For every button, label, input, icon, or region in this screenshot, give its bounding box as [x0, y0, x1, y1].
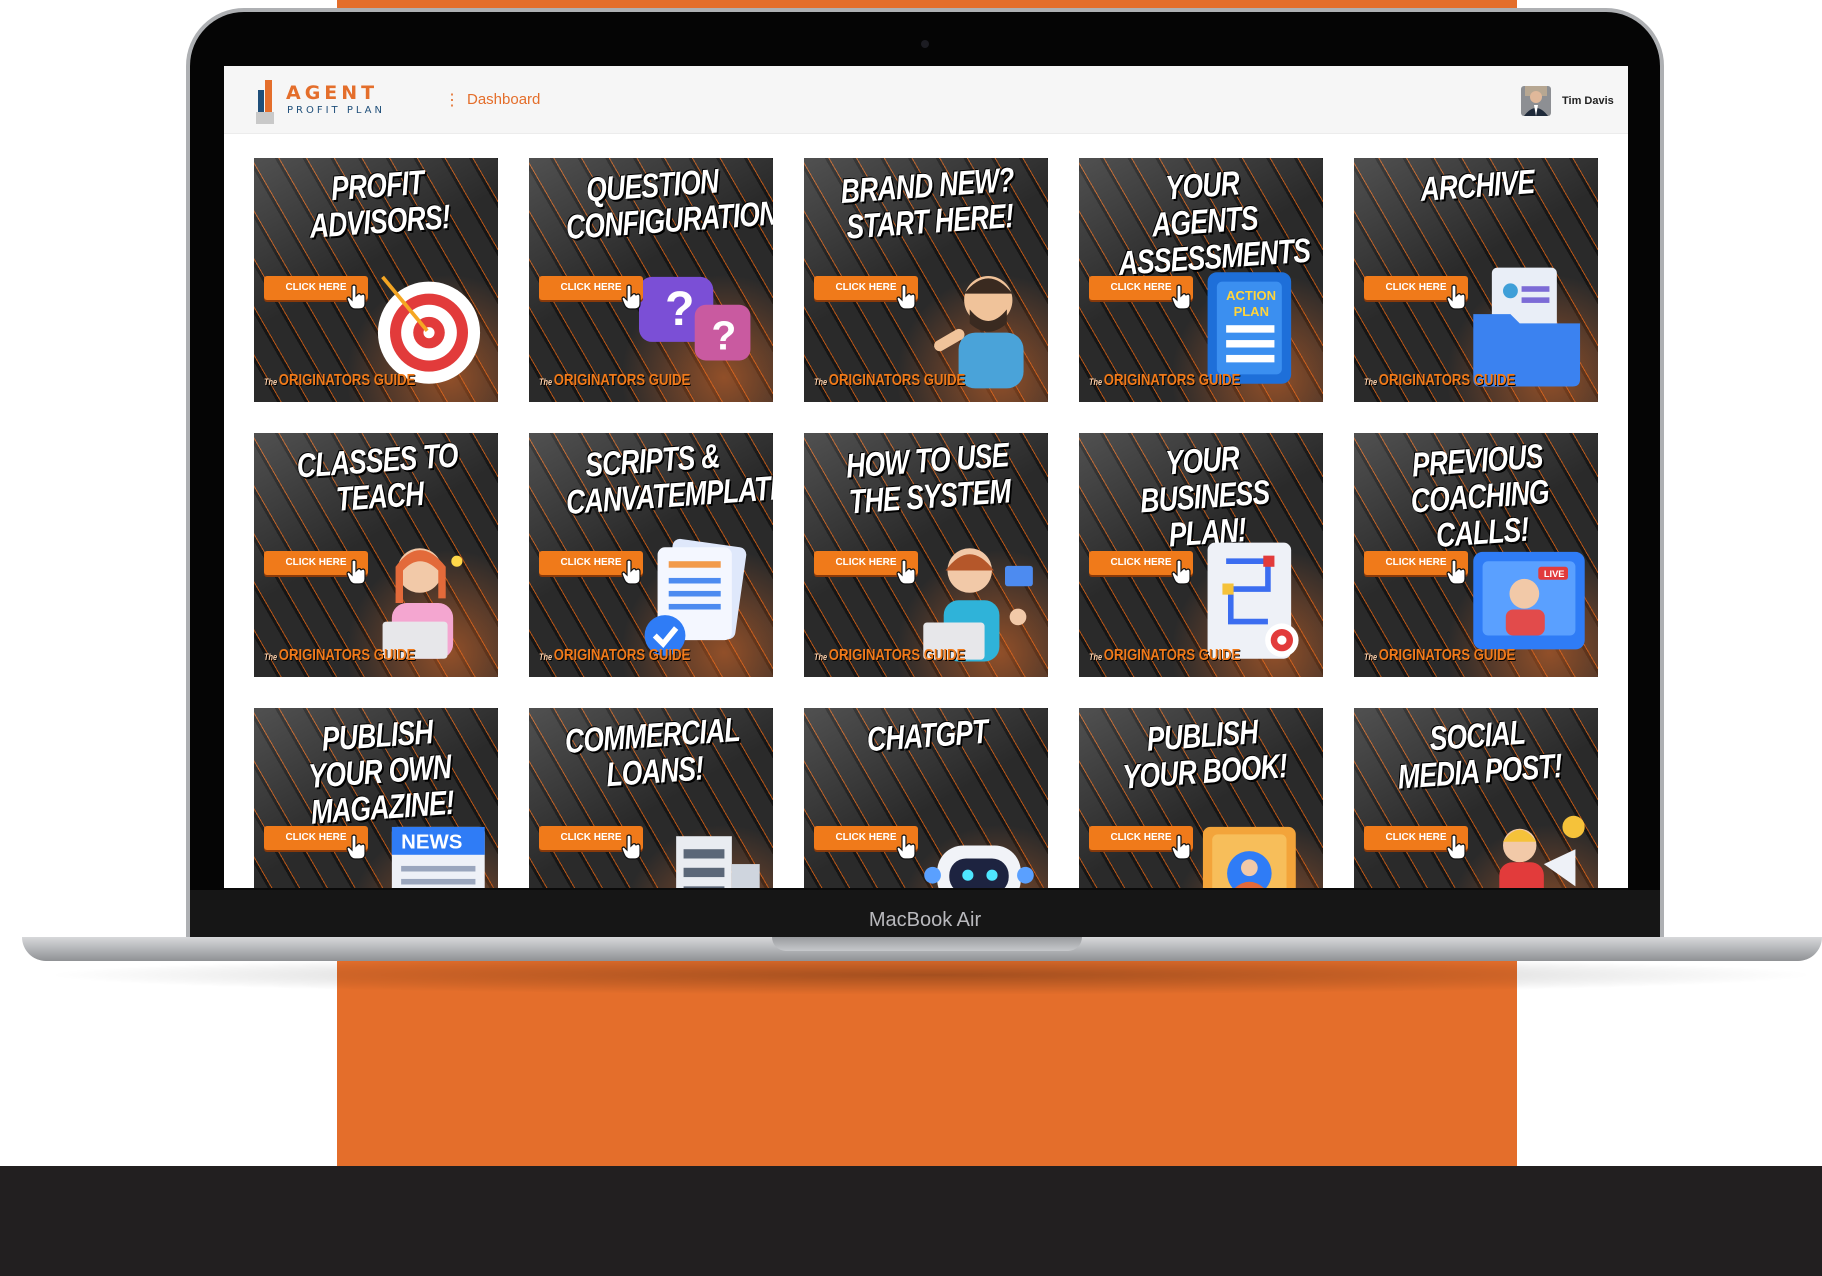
breadcrumb-dashboard[interactable]: Dashboard	[467, 91, 540, 108]
tile-title: ARCHIVE	[1419, 163, 1536, 209]
svg-text:?: ?	[665, 282, 694, 336]
logo-mark-icon	[256, 80, 274, 124]
dashboard-tile[interactable]: YOUR AGENTS ASSESSMENTS ACTION PLAN CLICK H…	[1079, 158, 1323, 402]
tile-footer-text: ORIGINATORS GUIDE	[553, 372, 691, 389]
vertical-dots-icon[interactable]: ⋮	[444, 90, 460, 110]
device-label: MacBook Air	[868, 909, 982, 931]
tile-title: BRAND NEW? START HERE!	[839, 160, 1016, 247]
tile-footer-label: The ORIGINATORS GUIDE	[264, 372, 415, 390]
logo-subtitle: PROFIT PLAN	[287, 105, 385, 116]
svg-text:LIVE: LIVE	[1544, 569, 1565, 579]
tile-footer-label: The ORIGINATORS GUIDE	[539, 647, 690, 665]
book-icon	[1202, 826, 1296, 890]
svg-text:NEWS: NEWS	[401, 831, 462, 853]
pointer-hand-icon	[896, 559, 916, 585]
svg-text:?: ?	[711, 312, 736, 358]
dashboard-tile[interactable]: ARCHIVE CLICK HERE The ORIGINATORS GUIDE	[1354, 158, 1598, 402]
tile-title: PROFIT ADVISORS!	[308, 163, 452, 246]
pointer-hand-icon	[1446, 559, 1466, 585]
tile-footer-prefix: The	[1089, 377, 1103, 387]
tile-title: CHATGPT	[865, 712, 989, 760]
tile-footer-text: ORIGINATORS GUIDE	[1378, 647, 1516, 664]
tile-footer-prefix: The	[814, 652, 828, 662]
pointer-hand-icon	[1171, 559, 1191, 585]
dashboard-tile[interactable]: PUBLISH YOUR OWN MAGAZINE! NEWS CLICK HERE…	[254, 708, 498, 890]
pointer-hand-icon	[1171, 284, 1191, 310]
tile-footer-label: The ORIGINATORS GUIDE	[539, 372, 690, 390]
dashboard-tile[interactable]: PROFIT ADVISORS! CLICK HERE The ORIGINATORS…	[254, 158, 498, 402]
tile-footer-prefix: The	[264, 377, 278, 387]
robot-icon	[924, 845, 1034, 890]
tile-footer-label: The ORIGINATORS GUIDE	[264, 647, 415, 665]
tile-title: SCRIPTS & CANVATEMPLATES	[564, 437, 773, 523]
tile-footer-prefix: The	[814, 377, 828, 387]
svg-text:ACTION: ACTION	[1226, 288, 1276, 303]
dashboard-tile[interactable]: CHATGPTCLICK HERETheORIGINATORS GUIDE	[804, 708, 1048, 890]
pointer-hand-icon	[621, 559, 641, 585]
dashboard-tile[interactable]: YOUR BUSINESS PLAN! CLICK HERE The ORIGINAT…	[1079, 433, 1323, 677]
svg-text:PLAN: PLAN	[1234, 304, 1269, 319]
tile-title: HOW TO USE THE SYSTEM	[844, 436, 1012, 522]
tile-title: COMMERCIAL LOANS!	[563, 710, 741, 795]
tile-footer-text: ORIGINATORS GUIDE	[1378, 372, 1516, 389]
tile-footer-label: The ORIGINATORS GUIDE	[1089, 647, 1240, 665]
tile-footer-prefix: The	[539, 377, 553, 387]
top-bar: AGENT PROFIT PLAN ⋮ Dashboard Tim Davis	[224, 66, 1628, 134]
pointer-hand-icon	[621, 284, 641, 310]
tile-footer-text: ORIGINATORS GUIDE	[1103, 647, 1241, 664]
dashboard-tile[interactable]: PREVIOUS COACHING CALLS! LIVE CLICK HERE Th…	[1354, 433, 1598, 677]
pointer-hand-icon	[896, 834, 916, 860]
dashboard-tile[interactable]: QUESTION CONFIGURATION!?? CLICK HERE The OR…	[529, 158, 773, 402]
tile-footer-label: The ORIGINATORS GUIDE	[814, 647, 965, 665]
tile-footer-label: The ORIGINATORS GUIDE	[1364, 372, 1515, 390]
tile-title: CLASSES TO TEACH	[295, 436, 459, 519]
tile-footer-text: ORIGINATORS GUIDE	[828, 647, 966, 664]
tile-footer-prefix: The	[1364, 652, 1378, 662]
pointer-hand-icon	[1446, 284, 1466, 310]
logo-title: AGENT	[286, 82, 379, 104]
building-icon	[676, 836, 760, 890]
camera-icon	[921, 40, 929, 48]
pointer-hand-icon	[1171, 834, 1191, 860]
news-icon: NEWS	[391, 826, 485, 890]
pointer-hand-icon	[1446, 834, 1466, 860]
tile-footer-text: ORIGINATORS GUIDE	[278, 647, 416, 664]
user-name[interactable]: Tim Davis	[1562, 95, 1614, 107]
tile-footer-text: ORIGINATORS GUIDE	[553, 647, 691, 664]
tile-footer-prefix: The	[539, 652, 553, 662]
tile-footer-label: The ORIGINATORS GUIDE	[1364, 647, 1515, 665]
avatar[interactable]	[1521, 86, 1551, 116]
laptop-notch	[772, 937, 1082, 951]
dashboard-tile[interactable]: CLASSES TO TEACH CLICK HERE The ORIGINATORS…	[254, 433, 498, 677]
tile-footer-prefix: The	[1089, 652, 1103, 662]
dashboard-tile[interactable]: SCRIPTS & CANVATEMPLATES CLICK HERE The ORI…	[529, 433, 773, 677]
megaphone-icon	[1499, 815, 1585, 890]
pointer-hand-icon	[621, 834, 641, 860]
dashboard-tile[interactable]: PUBLISH YOUR BOOK!CLICK HERETheORIGINATO…	[1079, 708, 1323, 890]
laptop-shadow	[40, 955, 1822, 995]
tile-footer-label: The ORIGINATORS GUIDE	[814, 372, 965, 390]
pointer-hand-icon	[346, 284, 366, 310]
user-photo-icon	[1521, 86, 1551, 116]
dashboard-tile[interactable]: BRAND NEW? START HERE! CLICK HERE The ORIGI…	[804, 158, 1048, 402]
tile-footer-text: ORIGINATORS GUIDE	[828, 372, 966, 389]
app-logo[interactable]: AGENT PROFIT PLAN	[256, 80, 396, 124]
dashboard-tile[interactable]: SOCIAL MEDIA POST!CLICK HERETheORIGINATO…	[1354, 708, 1598, 890]
pointer-hand-icon	[346, 834, 366, 860]
tile-footer-text: ORIGINATORS GUIDE	[1103, 372, 1241, 389]
dashboard-tile[interactable]: HOW TO USE THE SYSTEM CLICK HERE The ORIGIN…	[804, 433, 1048, 677]
tile-footer-prefix: The	[264, 652, 278, 662]
tile-footer-label: The ORIGINATORS GUIDE	[1089, 372, 1240, 390]
app-screen: AGENT PROFIT PLAN ⋮ Dashboard Tim Davis …	[224, 66, 1628, 890]
tile-title: SOCIAL MEDIA POST!	[1396, 713, 1564, 797]
pointer-hand-icon	[896, 284, 916, 310]
tile-title: QUESTION CONFIGURATION!	[564, 162, 773, 248]
dashboard-tile[interactable]: COMMERCIAL LOANS!CLICK HERETheORIGINATOR…	[529, 708, 773, 890]
pointer-hand-icon	[346, 559, 366, 585]
tile-title: PUBLISH YOUR BOOK!	[1121, 713, 1289, 797]
background-dark-band	[0, 1166, 1822, 1276]
tile-footer-text: ORIGINATORS GUIDE	[278, 372, 416, 389]
tile-footer-prefix: The	[1364, 377, 1378, 387]
